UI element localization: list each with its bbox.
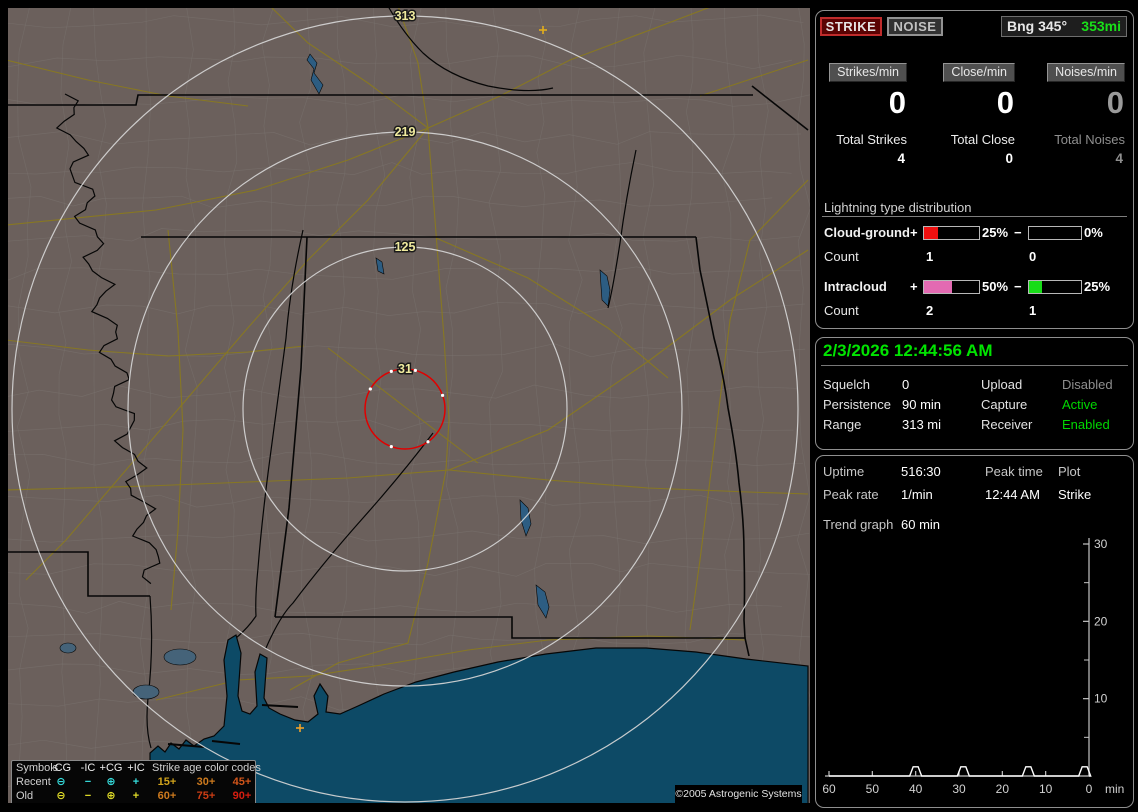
ic-minus-sign: −: [1014, 279, 1022, 294]
cg-minus-sign: −: [1014, 225, 1022, 240]
noises-per-min-button[interactable]: Noises/min: [1047, 63, 1125, 82]
status-panel: 2/3/2026 12:44:56 AM Squelch 0 Persisten…: [815, 337, 1134, 450]
total-strikes-value: 4: [897, 151, 905, 166]
cg-plus-count: 1: [926, 249, 934, 264]
neg-cg-recent-icon: ⊖: [56, 776, 66, 788]
total-noises-label: Total Noises: [1054, 132, 1125, 147]
pos-ic-recent-icon: +: [132, 776, 140, 788]
capture-label: Capture: [981, 397, 1028, 412]
cg-plus-bar: [923, 226, 980, 240]
clock-divider: [821, 365, 1128, 366]
pos-cg-old-icon: ⊕: [106, 790, 116, 802]
age-30-label: 30+: [196, 776, 216, 788]
ic-plus-pct: 50%: [982, 279, 1009, 294]
distribution-title: Lightning type distribution: [824, 200, 972, 215]
y-tick-20: 20: [1094, 614, 1108, 628]
legend-col-neg-ic: -IC: [80, 762, 96, 774]
pos-cg-recent-icon: ⊕: [106, 776, 116, 788]
x-axis-unit: min: [1105, 782, 1124, 796]
total-noises-value: 4: [1115, 151, 1123, 166]
squelch-value: 0: [902, 377, 910, 392]
strike-counter-panel: STRIKE NOISE Bng 345° 353mi Strikes/min …: [815, 10, 1134, 329]
ring-label-313: 313: [395, 9, 416, 23]
intracloud-label: Intracloud: [824, 279, 887, 294]
noise-alarm-button[interactable]: NOISE: [887, 17, 943, 36]
strikes-per-min-value: 0: [888, 85, 906, 120]
range-value: 313 mi: [902, 417, 942, 432]
capture-value: Active: [1062, 397, 1098, 412]
neg-ic-recent-icon: −: [84, 776, 92, 788]
trend-panel: Uptime 516:30 Peak time Plot Peak rate 1…: [815, 455, 1134, 808]
strikes-per-min-button[interactable]: Strikes/min: [829, 63, 907, 82]
neg-ic-old-icon: −: [84, 790, 92, 802]
trend-graph: 30 20 10 60 50 40 30 20 10 0 min: [822, 537, 1124, 796]
close-per-min-value: 0: [996, 85, 1014, 120]
strike-alarm-button[interactable]: STRIKE: [820, 17, 882, 36]
legend-age-header: Strike age color codes: [152, 762, 261, 774]
age-75-label: 75+: [196, 790, 216, 802]
receiver-value: Enabled: [1062, 417, 1110, 432]
map-canvas: 313 219 125 31: [8, 8, 810, 803]
legend-row-recent-label: Recent: [16, 776, 51, 788]
cg-plus-sign: +: [910, 225, 918, 240]
y-tick-30: 30: [1094, 537, 1108, 551]
ic-minus-bar: [1028, 280, 1082, 294]
y-tick-10: 10: [1094, 692, 1108, 706]
ring-label-31: 31: [398, 362, 412, 376]
upload-label: Upload: [981, 377, 1023, 392]
neg-cg-old-icon: ⊖: [56, 790, 66, 802]
x-tick-50: 50: [866, 782, 880, 796]
cg-plus-pct: 25%: [982, 225, 1009, 240]
ic-plus-sign: +: [910, 279, 918, 294]
ring-label-219: 219: [395, 125, 416, 139]
copyright-label: ©2005 Astrogenic Systems: [675, 785, 802, 803]
trend-series-strike: [829, 766, 1092, 777]
pos-ic-old-icon: +: [132, 790, 140, 802]
legend-row-old-label: Old: [16, 790, 34, 802]
x-tick-20: 20: [996, 782, 1010, 796]
ic-plus-count: 2: [926, 303, 934, 318]
persistence-value: 90 min: [902, 397, 942, 412]
bearing-distance: 353mi: [1081, 18, 1121, 34]
legend-col-neg-cg: -CG: [50, 762, 72, 774]
distribution-divider: [822, 216, 1127, 217]
map-legend: Symbols -CG -IC +CG +IC Strike age color…: [11, 760, 261, 803]
ic-minus-count: 1: [1029, 303, 1037, 318]
total-close-value: 0: [1005, 151, 1013, 166]
age-90-label: 90+: [232, 790, 252, 802]
upload-value: Disabled: [1062, 377, 1113, 392]
ring-label-125: 125: [395, 240, 416, 254]
age-15-label: 15+: [157, 776, 177, 788]
ic-plus-bar: [923, 280, 980, 294]
total-close-label: Total Close: [950, 132, 1015, 147]
receiver-label: Receiver: [981, 417, 1033, 432]
total-strikes-label: Total Strikes: [836, 132, 907, 147]
close-per-min-button[interactable]: Close/min: [943, 63, 1015, 82]
legend-col-pos-ic: +IC: [127, 762, 145, 774]
cg-minus-pct: 0%: [1084, 225, 1103, 240]
map-view[interactable]: 313 219 125 31 Symbols -CG -IC +CG +IC Stri…: [8, 8, 810, 803]
datetime-display: 2/3/2026 12:44:56 AM: [823, 341, 993, 360]
ic-count-label: Count: [824, 303, 859, 318]
x-tick-0: 0: [1086, 782, 1093, 796]
cloud-ground-label: Cloud-ground: [824, 225, 910, 240]
bearing-readout: Bng 345° 353mi: [1001, 16, 1127, 37]
bearing-label: Bng 345°: [1007, 18, 1068, 34]
squelch-label: Squelch: [823, 377, 870, 392]
x-tick-40: 40: [909, 782, 923, 796]
cg-count-label: Count: [824, 249, 859, 264]
cg-minus-bar: [1028, 226, 1082, 240]
age-45-label: 45+: [232, 776, 252, 788]
x-tick-60: 60: [822, 782, 836, 796]
nexstorm-window: 313 219 125 31 Symbols -CG -IC +CG +IC Stri…: [0, 0, 1138, 812]
range-label: Range: [823, 417, 862, 432]
cg-minus-count: 0: [1029, 249, 1037, 264]
noises-per-min-value: 0: [1106, 85, 1124, 120]
x-tick-10: 10: [1039, 782, 1053, 796]
persistence-label: Persistence: [823, 397, 891, 412]
age-60-label: 60+: [157, 790, 177, 802]
legend-col-pos-cg: +CG: [99, 762, 123, 774]
ic-minus-pct: 25%: [1084, 279, 1111, 294]
x-tick-30: 30: [952, 782, 966, 796]
